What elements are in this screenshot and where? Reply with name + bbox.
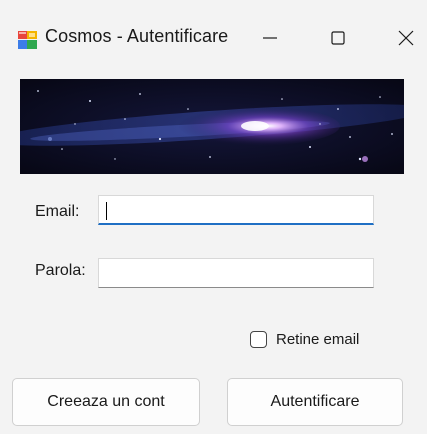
minimize-icon xyxy=(263,37,277,39)
maximize-button[interactable] xyxy=(318,22,358,54)
login-button[interactable]: Autentificare xyxy=(227,378,403,426)
email-field[interactable] xyxy=(98,195,374,225)
galaxy-banner xyxy=(20,79,404,174)
title-bar[interactable]: Cosmos - Autentificare xyxy=(0,0,427,72)
close-icon xyxy=(398,30,414,46)
galaxy-banner-image xyxy=(20,79,404,174)
minimize-button[interactable] xyxy=(250,22,290,54)
close-button[interactable] xyxy=(386,22,426,54)
maximize-icon xyxy=(331,31,345,45)
create-account-button[interactable]: Creeaza un cont xyxy=(12,378,200,426)
parola-field[interactable] xyxy=(98,258,374,288)
windows-form-icon xyxy=(18,31,37,49)
text-caret xyxy=(106,202,107,220)
login-window: Cosmos - Autentificare Email: Parola: Re… xyxy=(0,0,427,434)
remember-email-checkbox[interactable]: Retine email xyxy=(250,331,359,348)
checkbox-box[interactable] xyxy=(250,331,267,348)
email-label: Email: xyxy=(35,203,80,220)
window-title: Cosmos - Autentificare xyxy=(45,26,229,46)
parola-label: Parola: xyxy=(35,262,86,279)
remember-email-label[interactable]: Retine email xyxy=(276,331,359,348)
